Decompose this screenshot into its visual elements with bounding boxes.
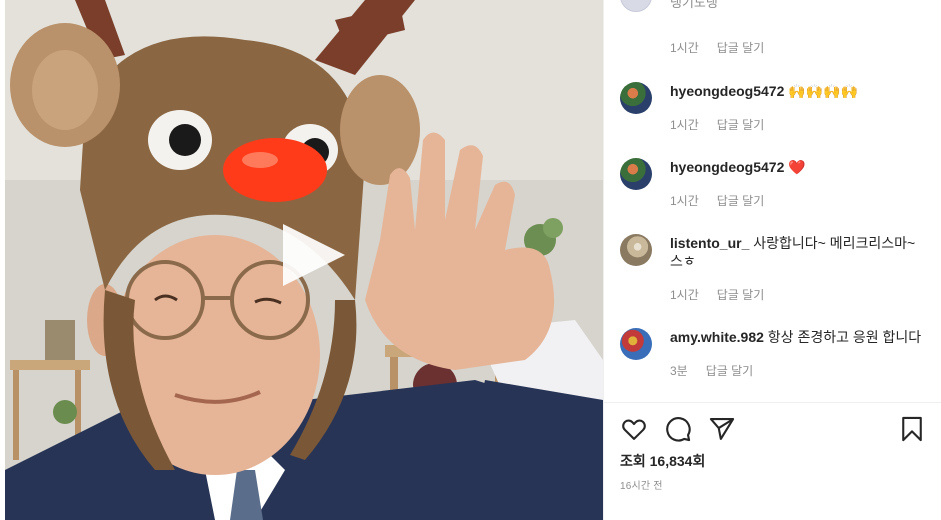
comment-text: ❤️ bbox=[788, 159, 806, 175]
comment-time: 1시간 bbox=[670, 288, 699, 302]
heart-icon bbox=[622, 419, 646, 440]
avatar[interactable] bbox=[620, 158, 652, 190]
post-actions-bar: 조회 16,834회 16시간 전 bbox=[604, 402, 941, 520]
reply-button[interactable]: 답글 달기 bbox=[717, 192, 765, 209]
post-side-panel: 댕기도댕 1시간 답글 달기 hyeongdeog5472 🙌🙌🙌🙌 1시간 답… bbox=[603, 0, 941, 520]
save-button[interactable] bbox=[898, 415, 926, 443]
comment-username[interactable]: listento_ur_ bbox=[670, 235, 749, 251]
reply-button[interactable]: 답글 달기 bbox=[717, 286, 765, 303]
reply-button[interactable]: 답글 달기 bbox=[717, 40, 765, 56]
avatar[interactable] bbox=[620, 82, 652, 114]
comment-time: 1시간 bbox=[670, 194, 699, 208]
comment-time: 1시간 bbox=[670, 118, 699, 132]
like-button[interactable] bbox=[620, 415, 648, 443]
clipped-comment: 댕기도댕 bbox=[620, 0, 941, 12]
comments-list[interactable]: 댕기도댕 1시간 답글 달기 hyeongdeog5472 🙌🙌🙌🙌 1시간 답… bbox=[604, 0, 941, 402]
video-player[interactable] bbox=[5, 0, 603, 520]
post-timestamp[interactable]: 16시간 전 bbox=[620, 477, 663, 492]
reply-button[interactable]: 답글 달기 bbox=[706, 362, 754, 379]
comment-username[interactable]: amy.white.982 bbox=[670, 329, 764, 345]
avatar[interactable] bbox=[620, 328, 652, 360]
comment-username[interactable]: hyeongdeog5472 bbox=[670, 83, 784, 99]
comment-button[interactable] bbox=[664, 415, 692, 443]
comment-time: 1시간 bbox=[670, 41, 699, 55]
paper-plane-icon bbox=[709, 418, 735, 440]
comment-time: 3분 bbox=[670, 364, 688, 378]
comment-username[interactable]: hyeongdeog5472 bbox=[670, 159, 784, 175]
reply-button[interactable]: 답글 달기 bbox=[717, 116, 765, 133]
comment-text: 댕기도댕 bbox=[670, 0, 718, 10]
bookmark-icon bbox=[902, 416, 922, 442]
play-button[interactable] bbox=[275, 218, 349, 292]
play-icon bbox=[283, 224, 345, 286]
avatar[interactable] bbox=[620, 0, 652, 12]
comment-text: 🙌🙌🙌🙌 bbox=[788, 83, 858, 99]
comment-bubble-icon bbox=[666, 417, 691, 442]
instagram-post-frame: 댕기도댕 1시간 답글 달기 hyeongdeog5472 🙌🙌🙌🙌 1시간 답… bbox=[0, 0, 941, 520]
share-button[interactable] bbox=[708, 415, 736, 443]
comment-text: 항상 존경하고 응원 합니다 bbox=[767, 329, 922, 345]
view-count[interactable]: 조회 16,834회 bbox=[620, 451, 705, 471]
comment-meta: 1시간 답글 달기 bbox=[670, 40, 764, 56]
avatar[interactable] bbox=[620, 234, 652, 266]
